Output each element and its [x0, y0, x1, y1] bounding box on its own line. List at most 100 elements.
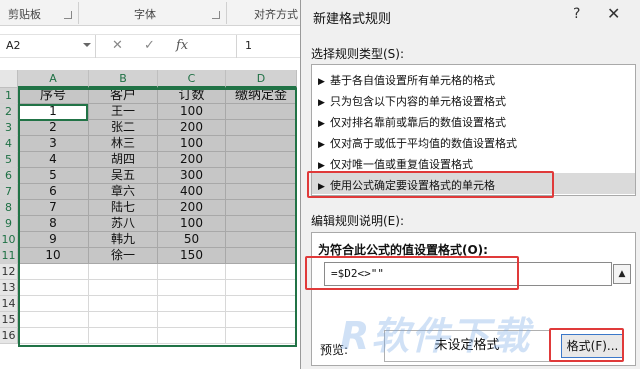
format-button[interactable]: 格式(F)...: [561, 334, 624, 358]
rule-formula-input[interactable]: =$D2<>"": [324, 262, 612, 286]
collapse-dialog-button[interactable]: ▲: [613, 264, 631, 284]
row-header-9[interactable]: 9: [0, 216, 18, 232]
cell-c13[interactable]: [158, 280, 226, 296]
cell-a16[interactable]: [18, 328, 89, 344]
name-box[interactable]: A2: [0, 35, 96, 58]
cell-b4[interactable]: 林三: [89, 136, 158, 152]
cell-a2[interactable]: 1: [18, 104, 89, 120]
font-launcher-icon[interactable]: [212, 11, 220, 19]
cell-a1[interactable]: 序号: [18, 88, 89, 104]
cell-a5[interactable]: 4: [18, 152, 89, 168]
cell-c1[interactable]: 订数: [158, 88, 226, 104]
row-header-11[interactable]: 11: [0, 248, 18, 264]
cell-a15[interactable]: [18, 312, 89, 328]
cell-d8[interactable]: [226, 200, 297, 216]
cell-d11[interactable]: [226, 248, 297, 264]
rule-type-list[interactable]: ▶ 基于各自值设置所有单元格的格式 ▶ 只为包含以下内容的单元格设置格式 ▶ 仅对排名靠前…: [311, 64, 636, 196]
column-header-a[interactable]: A: [18, 70, 89, 88]
clipboard-launcher-icon[interactable]: [64, 11, 72, 19]
cell-b14[interactable]: [89, 296, 158, 312]
cell-c11[interactable]: 150: [158, 248, 226, 264]
row-header-10[interactable]: 10: [0, 232, 18, 248]
rule-type-item[interactable]: ▶ 仅对高于或低于平均值的数值设置格式: [312, 131, 635, 152]
cell-a14[interactable]: [18, 296, 89, 312]
column-header-c[interactable]: C: [158, 70, 226, 88]
cell-c7[interactable]: 400: [158, 184, 226, 200]
cell-b8[interactable]: 陆七: [89, 200, 158, 216]
rule-type-item[interactable]: ▶ 仅对唯一值或重复值设置格式: [312, 152, 635, 173]
cell-a3[interactable]: 2: [18, 120, 89, 136]
help-icon[interactable]: ?: [573, 6, 580, 22]
cell-d7[interactable]: [226, 184, 297, 200]
cell-c4[interactable]: 100: [158, 136, 226, 152]
row-header-3[interactable]: 3: [0, 120, 18, 136]
cell-a9[interactable]: 8: [18, 216, 89, 232]
row-header-2[interactable]: 2: [0, 104, 18, 120]
cell-d16[interactable]: [226, 328, 297, 344]
cell-b12[interactable]: [89, 264, 158, 280]
cell-b11[interactable]: 徐一: [89, 248, 158, 264]
cell-c3[interactable]: 200: [158, 120, 226, 136]
spreadsheet-grid[interactable]: A B C D 1 2 3 4 5 6 7 8 9 10 11 12 13 14 15 16 序号 客户 订数 缴纳定金 1 王一…: [0, 70, 300, 369]
cell-c14[interactable]: [158, 296, 226, 312]
cell-b2[interactable]: 王一: [89, 104, 158, 120]
cell-d13[interactable]: [226, 280, 297, 296]
cell-c9[interactable]: 100: [158, 216, 226, 232]
rule-type-item[interactable]: ▶ 基于各自值设置所有单元格的格式: [312, 68, 635, 89]
cell-c16[interactable]: [158, 328, 226, 344]
cell-b10[interactable]: 韩九: [89, 232, 158, 248]
cell-d3[interactable]: [226, 120, 297, 136]
row-header-16[interactable]: 16: [0, 328, 18, 344]
column-header-b[interactable]: B: [89, 70, 158, 88]
cell-b1[interactable]: 客户: [89, 88, 158, 104]
cell-d2[interactable]: [226, 104, 297, 120]
cell-c8[interactable]: 200: [158, 200, 226, 216]
cell-d10[interactable]: [226, 232, 297, 248]
row-header-6[interactable]: 6: [0, 168, 18, 184]
cell-b5[interactable]: 胡四: [89, 152, 158, 168]
cell-c5[interactable]: 200: [158, 152, 226, 168]
row-header-12[interactable]: 12: [0, 264, 18, 280]
checkmark-icon[interactable]: ✓: [144, 38, 155, 53]
cell-d5[interactable]: [226, 152, 297, 168]
cell-b13[interactable]: [89, 280, 158, 296]
cell-a12[interactable]: [18, 264, 89, 280]
rule-type-item[interactable]: ▶ 使用公式确定要设置格式的单元格: [312, 173, 635, 194]
cell-b15[interactable]: [89, 312, 158, 328]
cell-d15[interactable]: [226, 312, 297, 328]
rule-type-item[interactable]: ▶ 只为包含以下内容的单元格设置格式: [312, 89, 635, 110]
cell-c6[interactable]: 300: [158, 168, 226, 184]
chevron-down-icon[interactable]: [83, 43, 91, 47]
row-header-8[interactable]: 8: [0, 200, 18, 216]
cell-a4[interactable]: 3: [18, 136, 89, 152]
cell-c2[interactable]: 100: [158, 104, 226, 120]
cell-d9[interactable]: [226, 216, 297, 232]
cell-a6[interactable]: 5: [18, 168, 89, 184]
column-header-d[interactable]: D: [226, 70, 297, 88]
cell-a10[interactable]: 9: [18, 232, 89, 248]
cell-a11[interactable]: 10: [18, 248, 89, 264]
row-header-1[interactable]: 1: [0, 88, 18, 104]
cell-a13[interactable]: [18, 280, 89, 296]
row-header-7[interactable]: 7: [0, 184, 18, 200]
formula-input[interactable]: 1: [236, 35, 300, 58]
close-icon[interactable]: ✕: [607, 4, 620, 23]
cell-b6[interactable]: 吴五: [89, 168, 158, 184]
cell-b3[interactable]: 张二: [89, 120, 158, 136]
select-all-corner[interactable]: [0, 70, 18, 88]
cancel-icon[interactable]: ✕: [112, 38, 123, 53]
cell-b7[interactable]: 章六: [89, 184, 158, 200]
cell-d14[interactable]: [226, 296, 297, 312]
row-header-13[interactable]: 13: [0, 280, 18, 296]
row-header-14[interactable]: 14: [0, 296, 18, 312]
row-header-15[interactable]: 15: [0, 312, 18, 328]
row-header-5[interactable]: 5: [0, 152, 18, 168]
cell-d6[interactable]: [226, 168, 297, 184]
cell-c15[interactable]: [158, 312, 226, 328]
cell-b16[interactable]: [89, 328, 158, 344]
cell-a8[interactable]: 7: [18, 200, 89, 216]
cell-d4[interactable]: [226, 136, 297, 152]
cell-b9[interactable]: 苏八: [89, 216, 158, 232]
cell-c10[interactable]: 50: [158, 232, 226, 248]
cell-d1[interactable]: 缴纳定金: [226, 88, 297, 104]
